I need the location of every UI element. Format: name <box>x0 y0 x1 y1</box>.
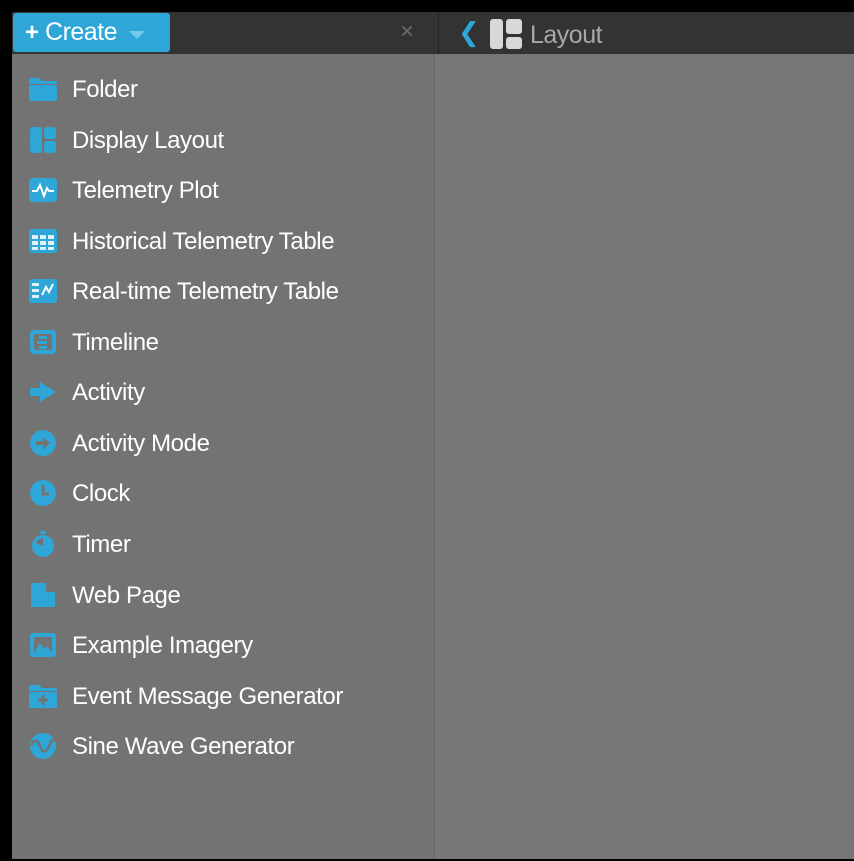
menu-item-historical-telemetry-table[interactable]: Historical Telemetry Table <box>12 216 432 266</box>
timeline-icon <box>30 330 56 354</box>
imagery-icon <box>30 633 56 657</box>
plus-icon: + <box>25 18 40 46</box>
menu-item-timeline[interactable]: Timeline <box>12 317 432 367</box>
menu-item-label: Sine Wave Generator <box>72 733 295 760</box>
top-bar: + Create × ❮ Layout <box>12 12 854 54</box>
menu-item-label: Display Layout <box>72 127 224 154</box>
menu-item-activity-mode[interactable]: Activity Mode <box>12 418 432 468</box>
sine-wave-icon <box>29 733 57 759</box>
menu-item-label: Example Imagery <box>72 632 253 659</box>
menu-item-label: Timeline <box>72 329 159 356</box>
menu-item-telemetry-plot[interactable]: Telemetry Plot <box>12 165 432 215</box>
caret-down-icon <box>129 30 146 39</box>
clock-icon <box>30 480 56 506</box>
timer-icon <box>32 531 54 557</box>
menu-item-label: Web Page <box>72 582 181 609</box>
menu-item-event-message-generator[interactable]: Event Message Generator <box>12 671 432 721</box>
realtime-table-icon <box>29 279 57 303</box>
menu-item-example-imagery[interactable]: Example Imagery <box>12 620 432 670</box>
menu-item-label: Clock <box>72 480 131 507</box>
event-generator-icon <box>29 685 57 708</box>
menu-item-realtime-telemetry-table[interactable]: Real-time Telemetry Table <box>12 266 432 316</box>
chevron-left-icon[interactable]: ❮ <box>458 19 480 45</box>
create-button-label: Create <box>45 18 118 46</box>
activity-mode-icon <box>30 430 56 456</box>
menu-item-label: Telemetry Plot <box>72 177 219 204</box>
app-window: + Create × ❮ Layout Folder Display Layou… <box>12 12 854 859</box>
layout-icon <box>490 19 522 49</box>
layout-content-area[interactable] <box>435 54 854 859</box>
menu-item-sine-wave-generator[interactable]: Sine Wave Generator <box>12 721 432 771</box>
folder-icon <box>29 78 57 101</box>
page-title: Layout <box>530 21 603 49</box>
create-menu: Folder Display Layout Telemetry Plot His… <box>12 54 434 859</box>
menu-item-activity[interactable]: Activity <box>12 367 432 417</box>
menu-item-label: Folder <box>72 76 138 103</box>
activity-icon <box>30 382 56 402</box>
menu-item-web-page[interactable]: Web Page <box>12 570 432 620</box>
menu-item-label: Real-time Telemetry Table <box>72 278 339 305</box>
menu-item-label: Timer <box>72 531 131 558</box>
telemetry-plot-icon <box>29 178 57 202</box>
menu-item-timer[interactable]: Timer <box>12 519 432 569</box>
display-layout-icon <box>30 127 56 153</box>
menu-item-label: Activity Mode <box>72 430 210 457</box>
menu-item-display-layout[interactable]: Display Layout <box>12 115 432 165</box>
create-button[interactable]: + Create <box>13 13 170 52</box>
menu-item-folder[interactable]: Folder <box>12 64 432 114</box>
menu-item-label: Event Message Generator <box>72 683 343 710</box>
menu-item-label: Historical Telemetry Table <box>72 228 335 255</box>
menu-item-label: Activity <box>72 379 145 406</box>
historical-table-icon <box>29 229 57 253</box>
menu-item-clock[interactable]: Clock <box>12 468 432 518</box>
close-icon[interactable]: × <box>400 20 414 44</box>
web-page-icon <box>31 583 55 607</box>
divider <box>438 12 439 54</box>
